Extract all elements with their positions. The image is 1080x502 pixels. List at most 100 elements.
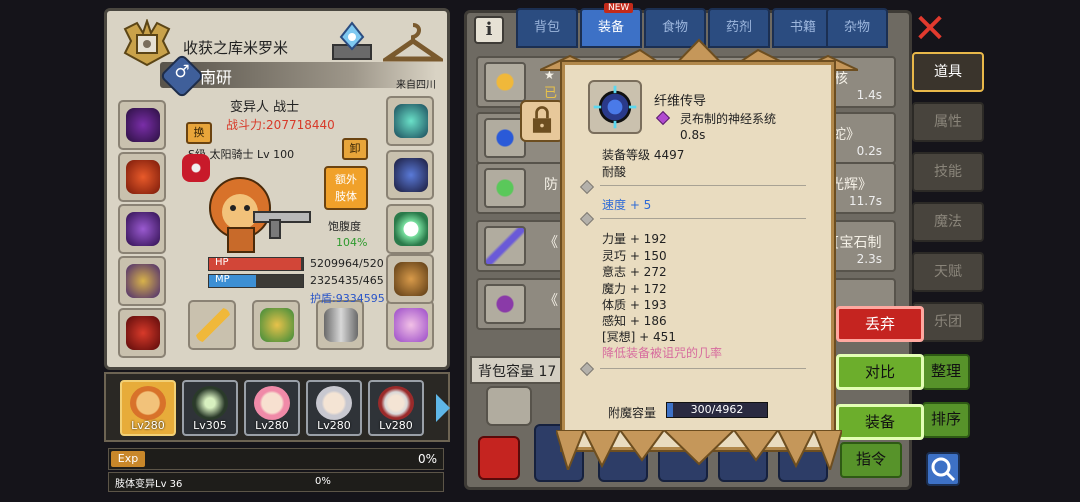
- limb-skill-bar: 肢体变异Lv 36 0%: [108, 472, 444, 492]
- stat-line: 力量 + 192: [602, 232, 667, 246]
- close-icon[interactable]: ✕: [912, 9, 948, 49]
- exp-bar: Exp 0%: [108, 448, 444, 470]
- hp-value: 5209964/520: [310, 257, 384, 270]
- golden-staff-icon: [196, 308, 230, 342]
- winged-spirit-portrait: [192, 386, 228, 420]
- claw-gloves-icon: [394, 158, 428, 192]
- stat-line: 魔力 + 172: [602, 282, 667, 296]
- horned-helmet-icon: [126, 108, 160, 142]
- stat-line: 灵巧 + 150: [602, 249, 667, 263]
- unequip-button[interactable]: 卸: [342, 138, 368, 160]
- golden-key-icon: [484, 62, 526, 102]
- tidy-button[interactable]: 整理: [922, 354, 970, 390]
- limb-skill-percent: 0%: [315, 476, 331, 487]
- equip-slot-cloak[interactable]: [118, 204, 166, 254]
- player-class: 变异人 战士: [230, 100, 300, 115]
- shield-value: 护盾:9334595: [310, 292, 385, 305]
- party-level: Lv280: [131, 419, 165, 432]
- party-level: Lv280: [317, 419, 351, 432]
- satiety-label: 饱腹度: [328, 220, 361, 233]
- inventory-item-name: 防: [544, 177, 558, 193]
- guild-crest-icon: [123, 19, 171, 67]
- discard-button[interactable]: 丢弃: [836, 306, 924, 342]
- party-member-4[interactable]: Lv280: [306, 380, 362, 436]
- stat-line: 感知 + 186: [602, 314, 667, 328]
- side-tab-attributes[interactable]: 属性: [912, 102, 984, 142]
- party-member-2[interactable]: Lv305: [182, 380, 238, 436]
- exp-badge: Exp: [111, 451, 145, 467]
- lion-hero-portrait: [130, 386, 166, 420]
- mp-label: MP: [215, 274, 230, 285]
- party-next-arrow-icon[interactable]: [436, 394, 450, 422]
- inventory-item-tag: 已: [544, 86, 558, 101]
- crystal-altar-icon[interactable]: [329, 19, 375, 63]
- stat-line: 体质 + 193: [602, 298, 667, 312]
- category-filter-icon[interactable]: [478, 436, 520, 480]
- equip-button[interactable]: 装备: [836, 404, 924, 440]
- speed-stat: 速度 + 5: [602, 198, 652, 212]
- side-tab-skills[interactable]: 技能: [912, 152, 984, 192]
- divider: [600, 368, 806, 369]
- extra-limb-label-2: 肢体: [335, 190, 357, 203]
- side-tab-magic[interactable]: 魔法: [912, 202, 984, 242]
- white-haired-red-eyes-portrait: [378, 386, 414, 420]
- mp-value: 2325435/465: [310, 274, 384, 287]
- player-origin: 来自四川: [396, 80, 436, 91]
- green-mask-icon: [484, 168, 526, 208]
- red-beast-icon: [126, 316, 160, 350]
- equip-slot-off-hand[interactable]: [252, 300, 300, 350]
- side-tab-talent[interactable]: 天赋: [912, 252, 984, 292]
- item-material: 灵布制的神经系统: [680, 112, 777, 126]
- pink-haired-girl-portrait: [254, 386, 290, 420]
- inventory-item-name: 《: [544, 293, 558, 309]
- download-arrow-icon[interactable]: [486, 386, 532, 426]
- silver-ring-icon: [394, 212, 428, 246]
- party-level: Lv305: [193, 419, 227, 432]
- party-member-1[interactable]: Lv280: [120, 380, 176, 436]
- hp-bar: HP: [208, 257, 304, 271]
- exp-percent: 0%: [417, 452, 437, 466]
- hanger-icon[interactable]: [383, 17, 443, 67]
- satiety-value: 104%: [336, 236, 368, 249]
- party-bar: Lv280 Lv305 Lv280 Lv280 Lv280: [104, 372, 450, 442]
- command-button[interactable]: 指令: [840, 442, 902, 478]
- rifle-icon: [324, 308, 358, 342]
- stat-line: [冥想] + 451: [602, 330, 676, 344]
- swap-button[interactable]: 换: [186, 122, 212, 144]
- mech-arm-icon: [260, 308, 294, 342]
- equip-slot-pet[interactable]: [118, 308, 166, 358]
- mp-bar: MP: [208, 274, 304, 288]
- info-button[interactable]: i: [474, 16, 504, 44]
- equip-slot-head[interactable]: [118, 100, 166, 150]
- inventory-item-suffix: 光辉》: [830, 177, 872, 193]
- equip-slot-gun[interactable]: [316, 300, 364, 350]
- equip-slot-main-hand[interactable]: [188, 300, 236, 350]
- equip-slot-ring[interactable]: [386, 204, 434, 254]
- extra-limb-label-1: 额外: [335, 173, 357, 186]
- equip-slot-charm[interactable]: [386, 300, 434, 350]
- compare-button[interactable]: 对比: [836, 354, 924, 390]
- equip-slot-gem[interactable]: [386, 96, 434, 146]
- lock-icon[interactable]: [520, 100, 564, 142]
- teal-gem-icon: [394, 104, 428, 138]
- equip-slot-armor[interactable]: [118, 256, 166, 306]
- gold-armor-icon: [126, 264, 160, 298]
- game-screen: 收获之库米罗米 ♂ 南研 来自四川 变异人 战士 战斗力:207718440 S…: [0, 0, 1080, 502]
- search-icon[interactable]: [926, 452, 960, 486]
- combat-power: 战斗力:207718440: [226, 118, 335, 132]
- inventory-item-time: 1.4s: [856, 88, 882, 102]
- bat-cloak-icon: [126, 212, 160, 246]
- party-member-3[interactable]: Lv280: [244, 380, 300, 436]
- silver-haired-portrait: [316, 386, 352, 420]
- inventory-item-name: 蛇》: [832, 127, 860, 143]
- extra-limb-button[interactable]: 额外 肢体: [324, 166, 368, 210]
- lion-warrior-avatar: [209, 177, 311, 253]
- equip-slot-gloves[interactable]: [386, 150, 434, 200]
- side-tab-items[interactable]: 道具: [912, 52, 984, 92]
- halberd-icon: [484, 226, 526, 266]
- item-trait: 耐酸: [602, 165, 627, 179]
- party-member-5[interactable]: Lv280: [368, 380, 424, 436]
- item-time: 0.8s: [680, 128, 706, 142]
- sort-button[interactable]: 排序: [922, 402, 970, 438]
- equip-slot-necklace[interactable]: [118, 152, 166, 202]
